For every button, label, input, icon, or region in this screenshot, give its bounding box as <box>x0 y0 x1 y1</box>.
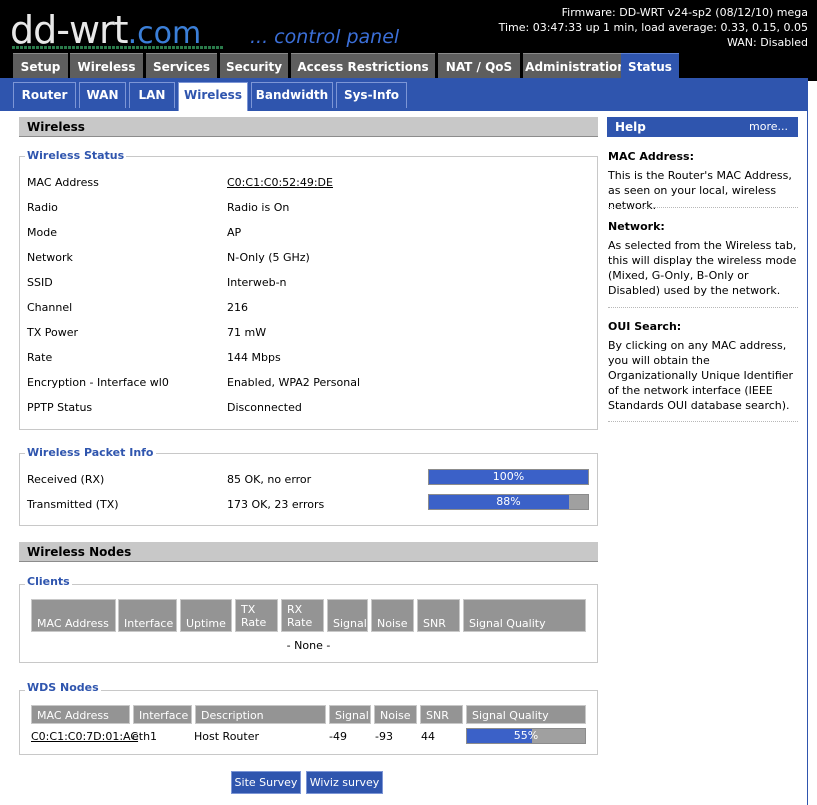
help-header: Help more... <box>607 117 798 137</box>
wds-col-noise[interactable]: Noise <box>374 705 417 724</box>
system-time: Time: 03:47:33 up 1 min, load average: 0… <box>498 21 808 34</box>
clients-empty-message: - None - <box>286 639 331 652</box>
sub-tab-bar: Router WAN LAN Wireless Bandwidth Sys-In… <box>0 78 808 111</box>
site-survey-button[interactable]: Site Survey <box>231 771 301 794</box>
tx-progress-label: 88% <box>496 495 521 508</box>
subtab-sys-info[interactable]: Sys-Info <box>336 82 407 108</box>
status-label-rate: Rate <box>27 351 53 364</box>
help-item-network-text: As selected from the Wireless tab, this … <box>608 239 797 297</box>
clients-col-uptime[interactable]: Uptime <box>180 599 232 632</box>
wds-mac-link[interactable]: C0:C1:C0:7D:01:AC <box>31 730 138 743</box>
wds-col-description[interactable]: Description <box>195 705 326 724</box>
wireless-status-legend: Wireless Status <box>25 149 127 162</box>
wds-quality-bar: 55% <box>466 728 586 744</box>
status-label-tx-power: TX Power <box>27 326 79 339</box>
wds-noise: -93 <box>375 730 393 743</box>
tab-services[interactable]: Services <box>146 53 217 78</box>
help-item-mac-title: MAC Address: <box>608 150 695 163</box>
tx-progress-bar: 88% <box>428 494 589 510</box>
wds-col-interface[interactable]: Interface <box>133 705 192 724</box>
status-value-mode: AP <box>227 226 242 239</box>
wds-col-signal-quality[interactable]: Signal Quality <box>466 705 586 724</box>
clients-col-rx-rate[interactable]: RX Rate <box>281 599 324 632</box>
status-value-ssid: Interweb-n <box>227 276 287 289</box>
status-value-radio: Radio is On <box>227 201 290 214</box>
packet-value-rx: 85 OK, no error <box>227 473 312 486</box>
tab-access-restrictions[interactable]: Access Restrictions <box>291 53 435 78</box>
packet-info-legend: Wireless Packet Info <box>25 446 156 459</box>
wan-status: WAN: Disabled <box>726 36 808 49</box>
wds-col-mac[interactable]: MAC Address <box>31 705 130 724</box>
tab-status[interactable]: Status <box>621 53 679 81</box>
packet-label-rx: Received (RX) <box>27 473 105 486</box>
packet-value-tx: 173 OK, 23 errors <box>227 498 325 511</box>
clients-col-noise[interactable]: Noise <box>371 599 414 632</box>
clients-legend: Clients <box>25 575 72 588</box>
wds-col-signal[interactable]: Signal <box>329 705 371 724</box>
status-value-network: N-Only (5 GHz) <box>227 251 310 264</box>
tab-security[interactable]: Security <box>220 53 288 78</box>
status-value-pptp: Disconnected <box>227 401 302 414</box>
wds-signal: -49 <box>329 730 347 743</box>
wiviz-survey-button[interactable]: Wiviz survey <box>306 771 383 794</box>
wds-description: Host Router <box>194 730 259 743</box>
wds-quality-label: 55% <box>513 729 539 742</box>
status-value-encryption: Enabled, WPA2 Personal <box>227 376 361 389</box>
status-label-channel: Channel <box>27 301 73 314</box>
help-divider <box>608 421 798 422</box>
logo-subtitle: ... control panel <box>250 26 400 48</box>
packet-label-tx: Transmitted (TX) <box>27 498 119 511</box>
wds-snr: 44 <box>421 730 435 743</box>
status-label-radio: Radio <box>27 201 58 214</box>
section-wireless-nodes-title: Wireless Nodes <box>19 542 598 562</box>
section-wireless-title: Wireless <box>19 117 598 137</box>
clients-col-mac[interactable]: MAC Address <box>31 599 116 632</box>
packet-info-fieldset <box>19 453 598 526</box>
tab-nat-qos[interactable]: NAT / QoS <box>438 53 520 78</box>
status-label-encryption: Encryption - Interface wl0 <box>27 376 169 389</box>
tab-setup[interactable]: Setup <box>13 53 68 78</box>
help-divider <box>608 307 798 308</box>
rx-progress-bar: 100% <box>428 469 589 485</box>
wds-legend: WDS Nodes <box>25 681 101 694</box>
help-divider <box>608 207 798 208</box>
help-more-link[interactable]: more... <box>749 117 788 137</box>
status-label-mode: Mode <box>27 226 57 239</box>
clients-col-signal[interactable]: Signal <box>327 599 368 632</box>
subtab-router[interactable]: Router <box>13 82 76 108</box>
help-item-network-title: Network: <box>608 220 665 233</box>
status-value-rate: 144 Mbps <box>227 351 281 364</box>
tab-administration[interactable]: Administration <box>523 53 628 78</box>
clients-col-interface[interactable]: Interface <box>118 599 177 632</box>
subtab-wireless[interactable]: Wireless <box>178 82 248 111</box>
help-item-oui-text: By clicking on any MAC address, you will… <box>608 339 794 412</box>
help-title: Help <box>615 120 646 134</box>
header: dd-wrt.com ... control panel Firmware: D… <box>0 0 817 81</box>
firmware-info: Firmware: DD-WRT v24-sp2 (08/12/10) mega… <box>499 5 808 50</box>
logo-underline <box>12 46 224 49</box>
status-label-ssid: SSID <box>27 276 53 289</box>
subtab-bandwidth[interactable]: Bandwidth <box>251 82 333 108</box>
status-value-channel: 216 <box>227 301 248 314</box>
subtab-wan[interactable]: WAN <box>79 82 126 108</box>
status-value-tx-power: 71 mW <box>227 326 267 339</box>
help-item-oui-title: OUI Search: <box>608 320 682 333</box>
status-label-network: Network <box>27 251 73 264</box>
wds-col-snr[interactable]: SNR <box>420 705 463 724</box>
firmware-version: Firmware: DD-WRT v24-sp2 (08/12/10) mega <box>561 6 808 19</box>
wds-interface: eth1 <box>132 730 158 743</box>
clients-col-tx-rate[interactable]: TX Rate <box>235 599 278 632</box>
tab-wireless[interactable]: Wireless <box>70 53 143 78</box>
status-value-mac-link[interactable]: C0:C1:C0:52:49:DE <box>227 176 333 189</box>
subtab-lan[interactable]: LAN <box>129 82 175 108</box>
clients-col-signal-quality[interactable]: Signal Quality <box>463 599 586 632</box>
rx-progress-label: 100% <box>492 470 525 483</box>
clients-col-snr[interactable]: SNR <box>417 599 460 632</box>
status-label-pptp: PPTP Status <box>27 401 93 414</box>
status-label-mac: MAC Address <box>27 176 99 189</box>
